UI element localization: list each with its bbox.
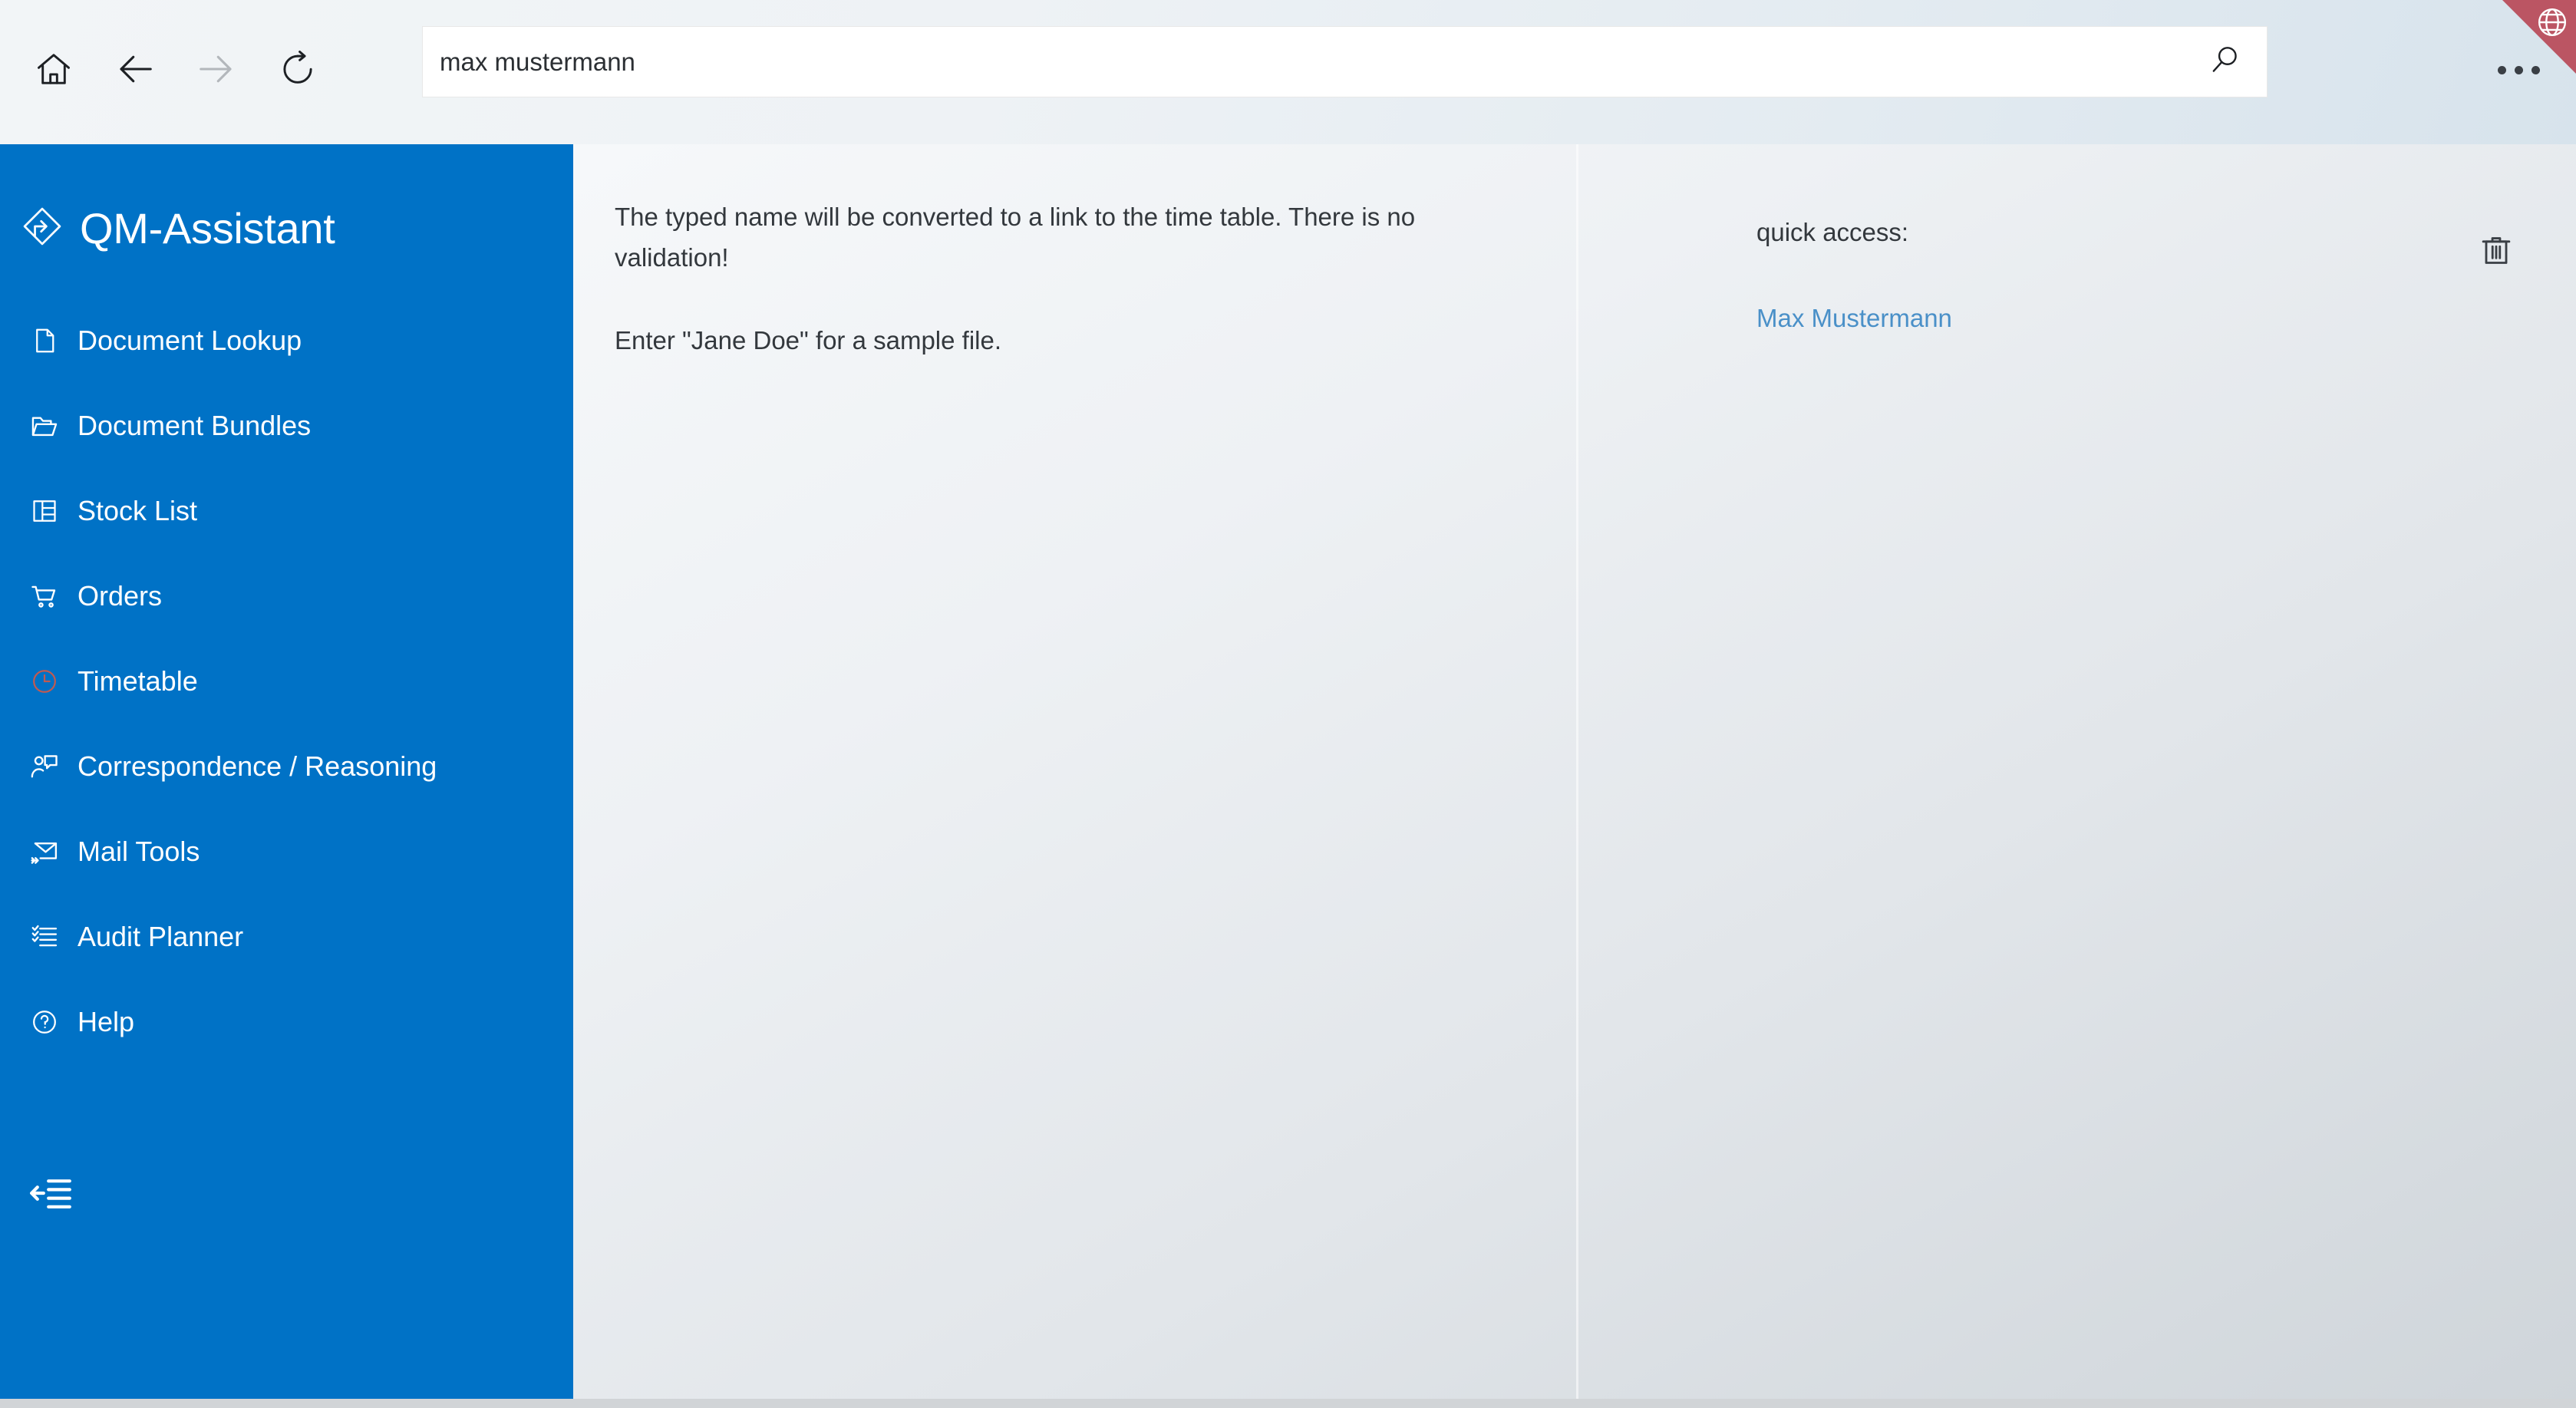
search-icon <box>2207 42 2242 81</box>
sidebar-item-timetable[interactable]: Timetable <box>0 638 573 724</box>
arrow-left-icon <box>114 48 156 94</box>
sidebar-item-help[interactable]: Help <box>0 979 573 1064</box>
clock-icon <box>28 664 61 698</box>
sidebar-item-mail-tools[interactable]: Mail Tools <box>0 809 573 894</box>
document-icon <box>28 324 61 358</box>
dot-2 <box>2514 65 2523 74</box>
sidebar-item-document-lookup[interactable]: Document Lookup <box>0 298 573 383</box>
quick-access-pane: quick access: Max Mustermann <box>1578 144 2576 1399</box>
app-title: QM-Assistant <box>80 203 335 252</box>
sidebar-item-label: Orders <box>78 579 163 612</box>
mail-forward-icon <box>28 835 61 869</box>
globe-icon <box>2535 5 2569 43</box>
forward-button[interactable] <box>180 34 253 107</box>
navigation-sidebar: QM-Assistant Document Lookup Document Bu… <box>0 144 573 1399</box>
folder-open-icon <box>28 409 61 443</box>
reload-button[interactable] <box>261 34 335 107</box>
dot-3 <box>2531 65 2540 74</box>
sidebar-item-orders[interactable]: Orders <box>0 553 573 638</box>
dot-1 <box>2497 65 2506 74</box>
sidebar-item-correspondence-reasoning[interactable]: Correspondence / Reasoning <box>0 724 573 809</box>
quick-access-heading: quick access: <box>1756 218 1909 246</box>
trash-icon <box>2479 233 2513 271</box>
sidebar-item-label: Stock List <box>78 494 198 526</box>
question-circle-icon <box>28 1005 61 1039</box>
reload-icon <box>278 49 318 93</box>
sidebar-nav-list: Document Lookup Document Bundles Stock L… <box>0 298 573 1064</box>
grid-table-icon <box>28 494 61 528</box>
arrow-right-icon <box>196 48 237 94</box>
window-bottom-strip <box>0 1399 2576 1408</box>
sidebar-item-document-bundles[interactable]: Document Bundles <box>0 383 573 468</box>
checklist-icon <box>28 920 61 954</box>
collapse-left-icon <box>29 1176 72 1215</box>
instructions-pane: The typed name will be converted to a li… <box>573 144 1576 1399</box>
more-options-button[interactable] <box>2484 42 2553 97</box>
quick-access-link[interactable]: Max Mustermann <box>1756 304 1952 333</box>
clear-quick-access-button[interactable] <box>2469 225 2523 279</box>
shopping-cart-icon <box>28 579 61 613</box>
search-input[interactable] <box>423 47 2182 77</box>
sidebar-item-audit-planner[interactable]: Audit Planner <box>0 894 573 979</box>
sidebar-item-label: Timetable <box>78 664 198 697</box>
back-button[interactable] <box>98 34 172 107</box>
person-message-icon <box>28 750 61 783</box>
main-content-area: The typed name will be converted to a li… <box>573 144 2576 1399</box>
instruction-paragraph-1: The typed name will be converted to a li… <box>615 203 1416 272</box>
instruction-paragraph-2: Enter "Jane Doe" for a sample file. <box>615 325 1002 354</box>
search-button[interactable] <box>2182 26 2267 97</box>
sidebar-item-label: Document Lookup <box>78 324 302 356</box>
home-button[interactable] <box>17 34 91 107</box>
browser-toolbar <box>0 0 2576 144</box>
sidebar-item-label: Help <box>78 1005 135 1037</box>
sidebar-item-label: Correspondence / Reasoning <box>78 750 437 782</box>
sidebar-item-stock-list[interactable]: Stock List <box>0 468 573 553</box>
sidebar-item-label: Document Bundles <box>78 409 312 441</box>
sidebar-item-label: Mail Tools <box>78 835 200 867</box>
address-search-bar[interactable] <box>422 26 2268 97</box>
collapse-sidebar-button[interactable] <box>29 1172 77 1217</box>
application-window: QM-Assistant Document Lookup <box>0 0 2576 1408</box>
diamond-arrow-logo-icon <box>21 206 63 251</box>
app-brand[interactable]: QM-Assistant <box>21 206 335 251</box>
home-icon <box>34 49 74 93</box>
sidebar-item-label: Audit Planner <box>78 920 244 952</box>
